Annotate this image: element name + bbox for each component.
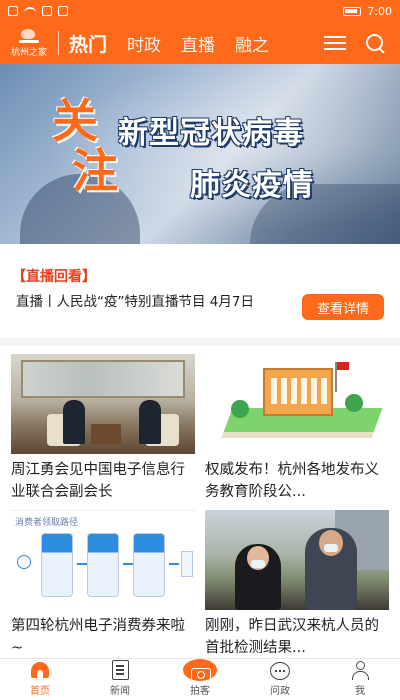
news-card[interactable]: 权威发布！杭州各地发布义务教育阶段公...: [205, 354, 389, 503]
banner-carousel[interactable]: 关 注 新型冠状病毒 肺炎疫情: [0, 64, 400, 244]
news-icon: [111, 660, 129, 680]
ask-icon: [270, 662, 290, 680]
section-separator: [0, 338, 400, 346]
news-title[interactable]: 周江勇会见中国电子信息行业联合会副会长: [11, 459, 195, 503]
search-icon[interactable]: [364, 32, 386, 54]
bottom-nav-ask[interactable]: 问政: [240, 659, 320, 700]
tab-live[interactable]: 直播: [181, 31, 215, 56]
news-image[interactable]: [11, 354, 195, 454]
banner-headline-2: 肺炎疫情: [190, 168, 314, 203]
bottom-nav-label: 首页: [30, 686, 50, 697]
bottom-nav-news[interactable]: 新闻: [80, 659, 160, 700]
live-replay-card[interactable]: 【直播回看】 直播丨人民战“疫”特别直播节目 4月7日 查看详情: [0, 244, 400, 338]
bottom-nav-camera[interactable]: 拍客: [160, 659, 240, 700]
status-bar: 7:00: [0, 0, 400, 22]
bottom-nav-me[interactable]: 我: [320, 659, 400, 700]
bottom-nav-home[interactable]: 首页: [0, 659, 80, 700]
user-icon: [17, 555, 31, 569]
live-replay-title[interactable]: 直播丨人民战“疫”特别直播节目 4月7日: [16, 292, 296, 312]
notification-icon: [42, 6, 52, 16]
top-nav: 杭州之家 热门 时政 直播 融之: [0, 22, 400, 64]
bottom-nav-label: 问政: [270, 686, 290, 697]
logo-text: 杭州之家: [10, 47, 47, 58]
news-card[interactable]: 刚刚，昨日武汉来杭人员的首批检测结果...: [205, 510, 389, 659]
home-icon: [30, 660, 50, 680]
battery-icon: [343, 6, 362, 16]
image-header-text: 消费者领取路径: [15, 518, 79, 528]
me-icon: [350, 660, 370, 680]
banner-headline-1: 新型冠状病毒: [118, 116, 304, 151]
nav-divider: [58, 31, 59, 55]
channel-tabs: 热门 时政 直播 融之: [69, 30, 269, 57]
bottom-nav-label: 新闻: [110, 686, 130, 697]
news-image[interactable]: [205, 354, 389, 454]
signal-icon: [8, 6, 18, 16]
banner-char-2: 注: [72, 144, 118, 198]
banner-char-1: 关: [52, 94, 98, 148]
message-icon: [58, 6, 68, 16]
tab-politics[interactable]: 时政: [127, 31, 161, 56]
news-card[interactable]: 周江勇会见中国电子信息行业联合会副会长: [11, 354, 195, 503]
app-logo[interactable]: 杭州之家: [0, 22, 58, 64]
bottom-nav-label: 我: [355, 686, 365, 697]
news-title[interactable]: 权威发布！杭州各地发布义务教育阶段公...: [205, 459, 389, 503]
status-time: 7:00: [367, 4, 392, 18]
view-details-button[interactable]: 查看详情: [302, 294, 384, 320]
bottom-nav-label: 拍客: [190, 686, 210, 697]
camera-icon: [183, 659, 217, 683]
bottom-nav: 首页 新闻 拍客 问政 我: [0, 658, 400, 700]
news-image[interactable]: [205, 510, 389, 610]
tab-rongzhi[interactable]: 融之: [235, 31, 269, 56]
news-title[interactable]: 刚刚，昨日武汉来杭人员的首批检测结果...: [205, 615, 389, 659]
live-replay-tag: 【直播回看】: [12, 269, 96, 285]
wifi-icon: [24, 7, 36, 15]
logo-icon: [19, 28, 39, 43]
menu-icon[interactable]: [324, 35, 346, 51]
tab-hot[interactable]: 热门: [69, 30, 107, 57]
news-card[interactable]: 消费者领取路径 第四轮杭州电子消费券来啦~: [11, 510, 195, 659]
news-image[interactable]: 消费者领取路径: [11, 510, 195, 610]
news-title[interactable]: 第四轮杭州电子消费券来啦~: [11, 615, 195, 659]
